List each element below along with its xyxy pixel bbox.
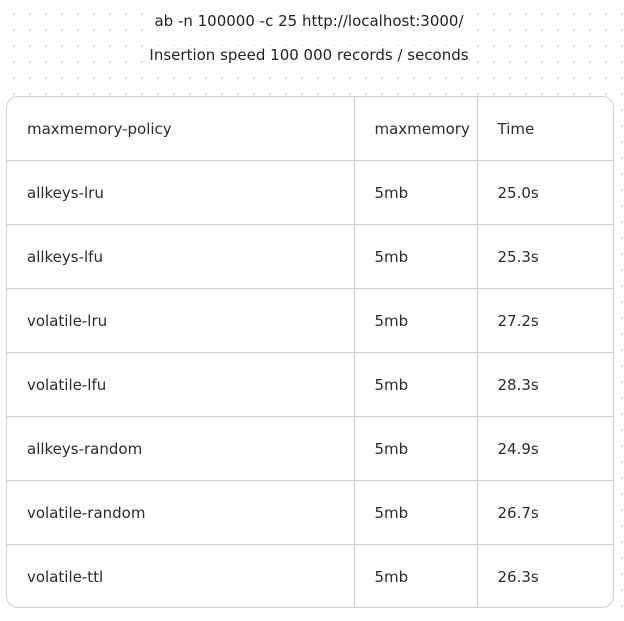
cell-policy: volatile-lru	[7, 288, 354, 353]
cell-maxmemory: 5mb	[353, 224, 477, 289]
cell-policy: allkeys-lfu	[7, 224, 354, 289]
cell-policy: volatile-ttl	[27, 567, 104, 586]
column-header-policy: maxmemory-policy	[7, 97, 354, 161]
table-row: volatile-random 5mb 26.7s	[7, 480, 613, 545]
cell-maxmemory: 5mb	[353, 288, 477, 353]
cell-policy: allkeys-lru	[7, 160, 354, 225]
cell-policy: volatile-lfu	[7, 352, 354, 417]
cell-time: 26.7s	[476, 480, 613, 545]
cell-maxmemory: 5mb	[353, 416, 477, 481]
benchmark-subtitle-text: Insertion speed 100 000 records / second…	[143, 46, 475, 64]
benchmark-command: ab -n 100000 -c 25 http://localhost:3000…	[0, 12, 618, 30]
cell-time: 25.0s	[476, 160, 613, 225]
cell-maxmemory: 5mb	[353, 160, 477, 225]
table-header-row: maxmemory-policy maxmemory Time	[7, 97, 613, 161]
column-header-maxmemory: maxmemory	[353, 97, 477, 161]
cell-maxmemory: 5mb	[353, 480, 477, 545]
table-row: allkeys-lfu 5mb 25.3s	[7, 224, 613, 289]
cell-time: 28.3s	[476, 352, 613, 417]
table-row: allkeys-random 5mb 24.9s	[7, 416, 613, 481]
cell-policy: allkeys-random	[7, 416, 354, 481]
table-row: volatile-lru 5mb 27.2s	[7, 288, 613, 353]
column-header-time: Time	[476, 97, 613, 161]
table-row: volatile-lfu 5mb 28.3s	[7, 352, 613, 417]
results-table: maxmemory-policy maxmemory Time allkeys-…	[7, 97, 613, 607]
cell-time: 27.2s	[476, 288, 613, 353]
table-row: volatile-ttl 5mb 26.3s	[7, 544, 613, 607]
benchmark-command-text: ab -n 100000 -c 25 http://localhost:3000…	[148, 12, 470, 30]
table-row: allkeys-lru 5mb 25.0s	[7, 160, 613, 225]
cell-time: 26.3s	[476, 544, 613, 607]
cell-time: 24.9s	[476, 416, 613, 481]
cell-maxmemory: 5mb	[353, 352, 477, 417]
cell-maxmemory: 5mb	[353, 544, 477, 607]
cell-time: 25.3s	[476, 224, 613, 289]
cell-policy: volatile-random	[7, 480, 354, 545]
benchmark-subtitle: Insertion speed 100 000 records / second…	[0, 46, 618, 64]
results-table-container: maxmemory-policy maxmemory Time allkeys-…	[6, 96, 614, 608]
